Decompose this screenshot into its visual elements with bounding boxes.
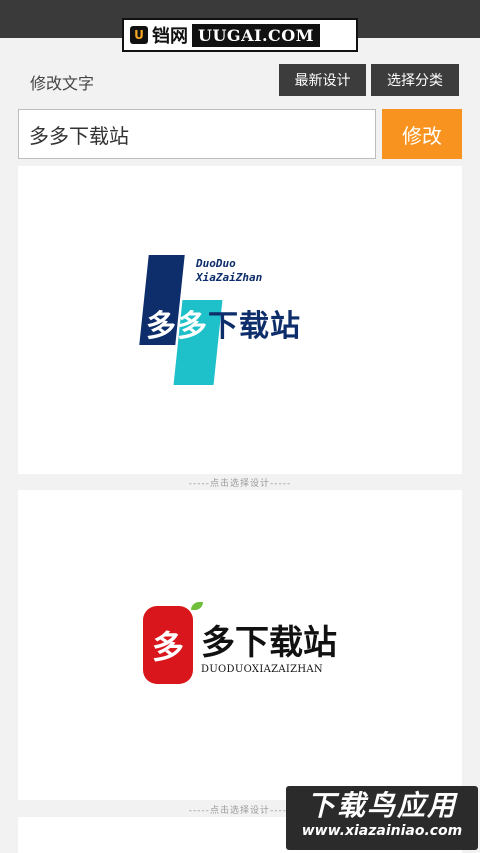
logo-2-en-text: DUODUOXIAZAIZHAN [201, 664, 323, 675]
brand-logo[interactable]: U 铛网 UUGAI.COM [122, 18, 358, 52]
choose-category-button[interactable]: 选择分类 [371, 64, 459, 96]
design-1-logo: DuoDuo XiaZaiZhan 多多下载站 [139, 255, 340, 385]
leaf-icon [191, 602, 203, 610]
logo-1-cn-text: 多多下载站 [146, 301, 301, 345]
design-2-logo: 多 多下载站 DUODUOXIAZAIZHAN [143, 602, 337, 684]
section-label: 修改文字 [30, 74, 95, 93]
design-card-1[interactable]: DuoDuo XiaZaiZhan 多多下载站 [18, 166, 462, 474]
red-seal-icon: 多 [143, 602, 203, 684]
watermark-cn: 下载鸟应用 [306, 789, 457, 822]
site-watermark: 下载鸟应用 www.xiazainiao.com [286, 786, 478, 850]
toolbar: 修改文字 最新设计 选择分类 [0, 64, 480, 98]
logo-1-en-line2: XiaZaiZhan [196, 271, 263, 284]
modify-button[interactable]: 修改 [382, 109, 462, 159]
logo-1-en-text: DuoDuo XiaZaiZhan [196, 257, 262, 285]
brand-name-cn: 铛网 [152, 26, 188, 47]
select-design-hint-1: -----点击选择设计----- [188, 479, 292, 489]
logo-2-cn-text: 多下载站 [201, 623, 337, 663]
logo-text-input[interactable] [18, 109, 376, 159]
logo-2-text: 多下载站 DUODUOXIAZAIZHAN [201, 615, 337, 675]
seal-char: 多 [151, 628, 184, 666]
logo-1-cn-part-b: 下载站 [208, 309, 301, 344]
logo-1-en-line1: DuoDuo [196, 257, 236, 270]
brand-mark-icon: U [130, 26, 148, 44]
design-card-2[interactable]: 多 多下载站 DUODUOXIAZAIZHAN [18, 490, 462, 800]
brand-name-en: UUGAI.COM [192, 23, 320, 47]
text-edit-row: 修改 [18, 109, 462, 159]
latest-design-button[interactable]: 最新设计 [279, 64, 366, 96]
logo-1-cn-part-a: 多多 [146, 309, 208, 344]
watermark-en: www.xiazainiao.com [301, 823, 463, 839]
